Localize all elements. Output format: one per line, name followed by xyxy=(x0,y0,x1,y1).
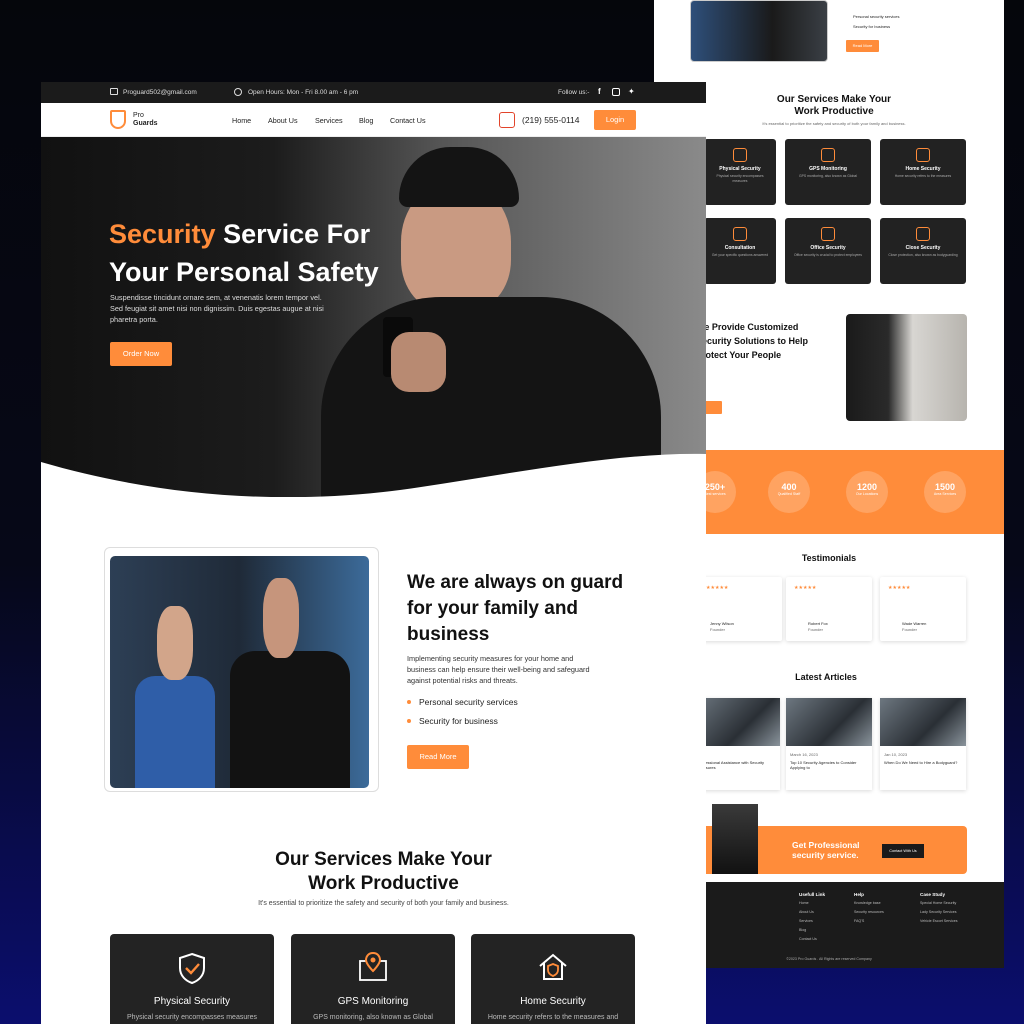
nav-contact[interactable]: Contact Us xyxy=(390,116,426,125)
footer-copyright: ©2023 Pro Guards . All Rights are reserv… xyxy=(786,957,872,961)
front-page: Proguard502@gmail.com Open Hours: Mon - … xyxy=(41,82,706,1024)
back-service-card[interactable]: Office Security Office security is crucia… xyxy=(785,218,871,284)
hero-wave-divider xyxy=(41,453,706,502)
building-icon xyxy=(821,227,835,241)
back-service-card[interactable]: Home Security Home security refers to the… xyxy=(880,139,966,205)
logo-shield-icon[interactable] xyxy=(110,110,126,129)
lock-icon xyxy=(916,227,930,241)
back-read-more-button[interactable]: Read More xyxy=(846,40,879,52)
order-now-button[interactable]: Order Now xyxy=(110,342,172,366)
facebook-icon[interactable]: f xyxy=(598,87,601,96)
topbar-hours: Open Hours: Mon - Fri 8.00 am - 6 pm xyxy=(248,89,359,96)
testimonial-card: ★★★★★ Jenny Wilson Founder xyxy=(696,577,782,641)
testimonial-card: ★★★★★ Robert Fox Founder xyxy=(786,577,872,641)
back-service-card[interactable]: GPS Monitoring GPS monitoring, also known… xyxy=(785,139,871,205)
footer-column: Usefull Link Home About Us Services Blog Cont… xyxy=(799,892,826,941)
back-footer: Usefull Link Home About Us Services Blog Cont… xyxy=(654,882,1004,968)
logo-text[interactable]: Pro Guards xyxy=(133,112,158,128)
about-image xyxy=(110,556,369,788)
cta-title: Get Professional security service. xyxy=(792,840,860,860)
twitter-icon[interactable]: ✦ xyxy=(628,87,635,96)
service-desc: GPS monitoring, also known as Global xyxy=(313,1014,433,1021)
article-card[interactable]: Professional Assistance with Security Me… xyxy=(694,698,780,790)
service-desc: Home security refers to the measures and xyxy=(487,1014,619,1021)
cta-person-image xyxy=(712,804,758,874)
top-bar: Proguard502@gmail.com Open Hours: Mon - … xyxy=(41,82,706,103)
stat-circle: 1500 Area Services xyxy=(924,471,966,513)
service-desc: Physical security encompasses measures xyxy=(127,1014,257,1021)
back-articles-title: Latest Articles xyxy=(795,672,857,682)
services-title: Our Services Make Your Work Productive xyxy=(275,849,492,894)
back-service-card[interactable]: Close Security Close protection, also kno… xyxy=(880,218,966,284)
users-icon xyxy=(733,227,747,241)
about-bullet: Security for business xyxy=(407,716,498,726)
services-subtitle: It's essential to prioritize the safety … xyxy=(258,900,509,907)
back-bullet: Personal security services xyxy=(853,14,900,19)
back-service-card[interactable]: Physical Security Physical security encom… xyxy=(704,139,776,205)
topbar-email[interactable]: Proguard502@gmail.com xyxy=(123,89,197,96)
service-title: Physical Security xyxy=(153,996,231,1007)
service-title: Home Security xyxy=(520,996,586,1007)
nav-blog[interactable]: Blog xyxy=(359,116,373,125)
clock-icon xyxy=(234,88,242,96)
cta-contact-button[interactable]: Contact With Us xyxy=(882,844,924,858)
back-services-title: Our Services Make Your Work Productive xyxy=(776,94,892,117)
shield-icon xyxy=(733,148,747,162)
phone-icon xyxy=(499,112,515,128)
footer-column: Help Knowledge base Security resources FAQ'… xyxy=(854,892,884,923)
testimonial-card: ★★★★★ Wade Warren Founder xyxy=(880,577,966,641)
article-card[interactable]: March 16, 2023 Top 10 Security Agencies t… xyxy=(786,698,872,790)
back-services-subtitle: It's essential to prioritize the safety … xyxy=(762,121,906,126)
login-button[interactable]: Login xyxy=(594,110,636,130)
mail-icon xyxy=(110,88,118,95)
shield-check-icon xyxy=(179,952,205,984)
article-card[interactable]: Jan 10, 2023 When Do We Need to Hire a Bo… xyxy=(880,698,966,790)
back-solutions-image xyxy=(846,314,967,421)
service-card-home[interactable]: Home Security Home security refers to th… xyxy=(471,934,635,1024)
stat-circle: 400 Qualified Staff xyxy=(768,471,810,513)
nav-about[interactable]: About Us xyxy=(268,116,298,125)
back-page-preview: Personal security services Security for … xyxy=(654,0,1004,968)
home-icon xyxy=(916,148,930,162)
service-card-physical[interactable]: Physical Security Physical security enco… xyxy=(110,934,274,1024)
service-title: GPS Monitoring xyxy=(337,996,409,1007)
back-bullet: Security for business xyxy=(853,24,891,29)
hero-title: Security Service For Your Personal Safety xyxy=(109,219,379,287)
hero-text: Suspendisse tincidunt ornare sem, at ven… xyxy=(110,293,324,324)
read-more-button[interactable]: Read More xyxy=(407,745,469,769)
back-cta-banner: Get Professional security service. Conta… xyxy=(700,804,967,874)
nav-services[interactable]: Services xyxy=(315,116,343,125)
home-shield-icon xyxy=(539,953,567,980)
follow-label: Follow us:- xyxy=(558,89,590,96)
map-pin-icon xyxy=(821,148,835,162)
stat-circle: 1200 Our Locations xyxy=(846,471,888,513)
instagram-icon[interactable] xyxy=(612,88,620,96)
main-nav: Pro Guards Home About Us Services Blog Co… xyxy=(41,103,706,137)
about-bullet: Personal security services xyxy=(407,697,518,707)
back-service-card[interactable]: Consultation Get your specific questions … xyxy=(704,218,776,284)
footer-column: Case Study Special Home Security Lady Secu… xyxy=(920,892,958,923)
about-title: We are always on guard for your family a… xyxy=(407,572,624,645)
service-card-gps[interactable]: GPS Monitoring GPS monitoring, also know… xyxy=(291,934,455,1024)
map-pin-icon xyxy=(359,951,387,981)
back-stats-band: 250+ Best services 400 Qualified Staff 120… xyxy=(654,450,1004,534)
about-text: Implementing security measures for your … xyxy=(407,654,590,685)
back-solutions-title: We Provide Customized Security Solutions… xyxy=(696,322,809,360)
back-testimonials-title: Testimonials xyxy=(801,553,857,563)
nav-phone[interactable]: (219) 555-0114 xyxy=(522,115,580,125)
nav-home[interactable]: Home xyxy=(232,116,251,125)
back-about-image xyxy=(690,0,828,62)
